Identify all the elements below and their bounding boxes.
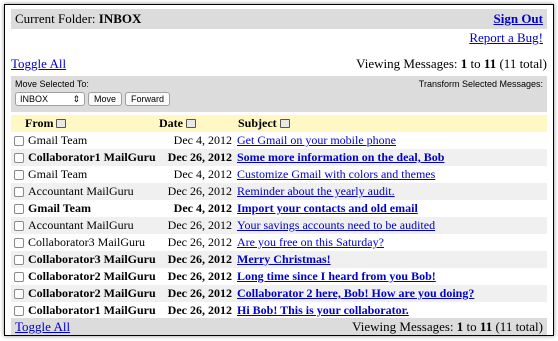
- message-date: Dec 26, 2012: [167, 235, 232, 249]
- select-checkbox[interactable]: [14, 288, 24, 299]
- select-checkbox[interactable]: [14, 135, 24, 146]
- range-end: 11: [483, 56, 497, 71]
- select-checkbox[interactable]: [14, 220, 24, 231]
- message-list-header: From Date Subject: [11, 115, 547, 132]
- toggle-all-link[interactable]: Toggle All: [11, 56, 66, 72]
- message-row: Gmail Team Dec 4, 2012 Customize Gmail wit…: [11, 166, 547, 183]
- move-button[interactable]: Move: [88, 92, 123, 106]
- message-row: Gmail Team Dec 4, 2012 Get Gmail on your m…: [11, 132, 547, 149]
- folder-header-bar: Current Folder: INBOX Sign Out: [11, 9, 547, 29]
- report-bug-link[interactable]: Report a Bug!: [469, 30, 543, 45]
- sign-out-link[interactable]: Sign Out: [494, 11, 548, 27]
- message-subject-link[interactable]: Reminder about the yearly audit.: [237, 184, 395, 198]
- message-subject-link[interactable]: Get Gmail on your mobile phone: [237, 133, 396, 147]
- message-from: Collaborator2 MailGuru: [28, 269, 156, 283]
- message-date: Dec 26, 2012: [167, 218, 232, 232]
- message-list: From Date Subject Gmail Team Dec 4, 2012 G…: [11, 115, 547, 319]
- mail-window: Current Folder: INBOX Sign Out Report a …: [4, 4, 554, 336]
- message-row: Collaborator3 MailGuru Dec 26, 2012 Are yo…: [11, 234, 547, 251]
- message-controls: Move Selected To: Transform Selected Mes…: [11, 76, 547, 112]
- message-rows: Gmail Team Dec 4, 2012 Get Gmail on your m…: [11, 132, 547, 319]
- message-date: Dec 26, 2012: [167, 150, 232, 164]
- folder-select-value: INBOX: [20, 94, 49, 104]
- message-row: Collaborator1 MailGuru Dec 26, 2012 Some m…: [11, 149, 547, 166]
- message-date: Dec 26, 2012: [167, 303, 232, 317]
- range-start: 1: [456, 318, 464, 334]
- message-row: Collaborator3 MailGuru Dec 26, 2012 Merry …: [11, 251, 547, 268]
- message-from: Gmail Team: [28, 133, 88, 147]
- sort-icon[interactable]: [56, 119, 67, 128]
- message-subject-link[interactable]: Customize Gmail with colors and themes: [237, 167, 435, 181]
- sort-icon[interactable]: [186, 119, 196, 128]
- message-from: Collaborator3 MailGuru: [28, 235, 145, 249]
- top-toolbar: Toggle All Viewing Messages: 1 to 11 (11…: [11, 55, 547, 73]
- range-to: to: [466, 318, 477, 334]
- forward-button[interactable]: Forward: [125, 92, 171, 106]
- message-row: Accountant MailGuru Dec 26, 2012 Your savi…: [11, 217, 547, 234]
- select-checkbox[interactable]: [14, 169, 24, 180]
- message-date: Dec 26, 2012: [167, 286, 232, 300]
- select-checkbox[interactable]: [14, 271, 24, 282]
- message-subject-link[interactable]: Import your contacts and old email: [237, 201, 418, 215]
- message-subject-link[interactable]: Merry Christmas!: [237, 252, 331, 266]
- message-from: Gmail Team: [28, 201, 92, 215]
- range-total: (11 total): [499, 56, 547, 71]
- message-subject-link[interactable]: Are you free on this Saturday?: [237, 235, 384, 249]
- viewing-prefix: Viewing Messages:: [356, 56, 458, 71]
- message-date: Dec 4, 2012: [173, 133, 232, 147]
- current-folder-name: INBOX: [98, 11, 142, 26]
- message-date: Dec 4, 2012: [173, 167, 232, 181]
- message-date: Dec 26, 2012: [167, 184, 232, 198]
- message-from: Gmail Team: [28, 167, 88, 181]
- message-from: Collaborator3 MailGuru: [28, 252, 156, 266]
- select-checkbox[interactable]: [14, 186, 24, 197]
- select-checkbox[interactable]: [14, 237, 24, 248]
- range-to: to: [470, 56, 481, 71]
- current-folder-prefix: Current Folder:: [15, 11, 96, 26]
- message-subject-link[interactable]: Long time since I heard from you Bob!: [237, 269, 436, 283]
- range-total: (11 total): [495, 318, 543, 334]
- message-from: Accountant MailGuru: [28, 184, 134, 198]
- message-row: Gmail Team Dec 4, 2012 Import your contact…: [11, 200, 547, 217]
- message-from: Accountant MailGuru: [28, 218, 134, 232]
- current-folder: Current Folder: INBOX: [11, 11, 141, 27]
- message-row: Collaborator1 MailGuru Dec 26, 2012 Hi Bob…: [11, 302, 547, 319]
- sort-icon[interactable]: [279, 119, 290, 128]
- message-subject-link[interactable]: Collaborator 2 here, Bob! How are you do…: [237, 286, 474, 300]
- folder-select[interactable]: INBOX ⇕: [15, 92, 85, 106]
- message-from: Collaborator1 MailGuru: [28, 303, 156, 317]
- viewing-prefix: Viewing Messages:: [352, 318, 454, 334]
- message-date: Dec 26, 2012: [167, 269, 232, 283]
- viewing-messages: Viewing Messages: 1 to 11 (11 total): [352, 319, 547, 335]
- column-date[interactable]: Date: [159, 116, 183, 131]
- message-date: Dec 4, 2012: [173, 201, 232, 215]
- message-subject-link[interactable]: Some more information on the deal, Bob: [237, 150, 444, 164]
- message-row: Collaborator2 MailGuru Dec 26, 2012 Collab…: [11, 285, 547, 302]
- message-from: Collaborator1 MailGuru: [28, 150, 156, 164]
- message-row: Accountant MailGuru Dec 26, 2012 Reminder …: [11, 183, 547, 200]
- range-start: 1: [460, 56, 468, 71]
- message-from: Collaborator2 MailGuru: [28, 286, 156, 300]
- toggle-all-link[interactable]: Toggle All: [11, 319, 70, 335]
- range-end: 11: [479, 318, 493, 334]
- select-arrows-icon: ⇕: [72, 93, 80, 104]
- message-row: Collaborator2 MailGuru Dec 26, 2012 Long t…: [11, 268, 547, 285]
- select-checkbox[interactable]: [14, 152, 24, 163]
- message-date: Dec 26, 2012: [167, 252, 232, 266]
- move-selected-label: Move Selected To:: [15, 79, 89, 89]
- select-checkbox[interactable]: [14, 203, 24, 214]
- select-checkbox[interactable]: [14, 254, 24, 265]
- message-subject-link[interactable]: Your savings accounts need to be audited: [237, 218, 435, 232]
- column-subject[interactable]: Subject: [238, 116, 277, 131]
- bottom-toolbar: Toggle All Viewing Messages: 1 to 11 (11…: [11, 318, 547, 335]
- select-checkbox[interactable]: [14, 305, 24, 316]
- message-subject-link[interactable]: Hi Bob! This is your collaborator.: [237, 303, 409, 317]
- transform-selected-label: Transform Selected Messages:: [418, 79, 543, 89]
- viewing-messages: Viewing Messages: 1 to 11 (11 total): [356, 56, 547, 72]
- column-from[interactable]: From: [25, 116, 53, 131]
